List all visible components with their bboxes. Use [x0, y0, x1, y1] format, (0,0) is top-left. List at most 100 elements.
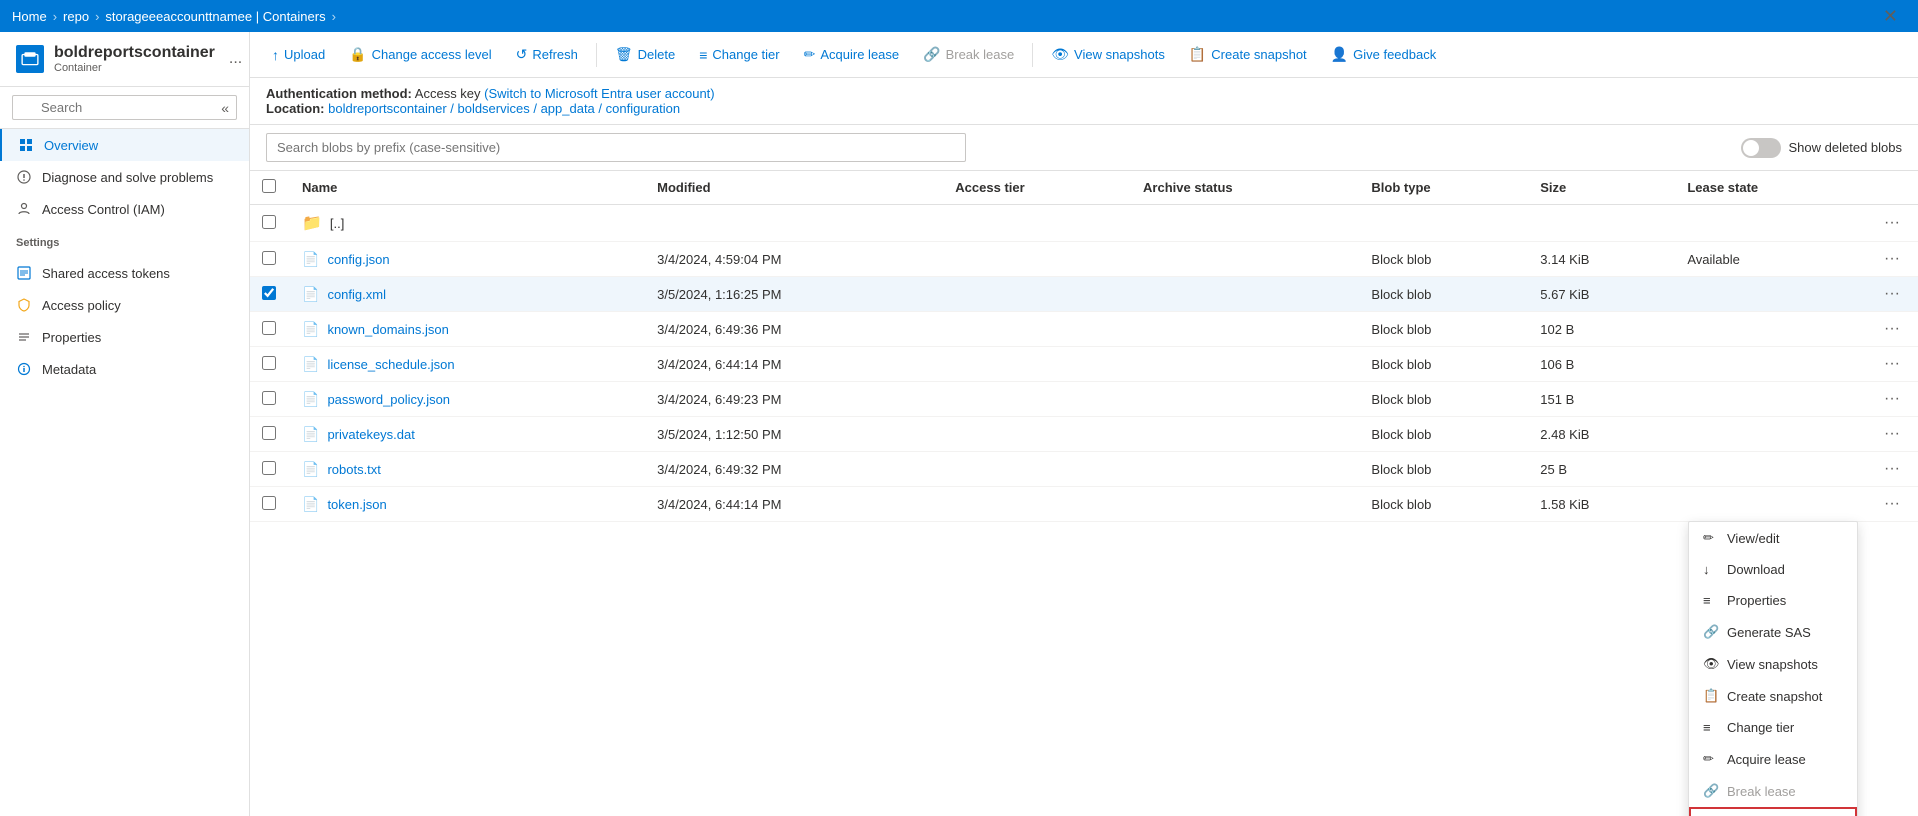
header-checkbox-col — [250, 171, 290, 205]
row-more-button[interactable]: ··· — [1878, 212, 1906, 233]
create-snapshot-button[interactable]: 📋 Create snapshot — [1179, 40, 1317, 69]
dropdown-item-delete[interactable]: 🗑 Delete — [1689, 807, 1857, 816]
row-lease-state-cell — [1675, 452, 1866, 487]
row-more-button[interactable]: ··· — [1878, 423, 1906, 444]
view-snapshots-button[interactable]: 👁 View snapshots — [1041, 40, 1175, 69]
sidebar-item-metadata[interactable]: Metadata — [0, 353, 249, 385]
row-checkbox[interactable] — [262, 426, 276, 440]
sidebar-item-overview[interactable]: Overview — [0, 129, 249, 161]
header-name: Name — [290, 171, 645, 205]
row-checkbox[interactable] — [262, 461, 276, 475]
breadcrumb-repo[interactable]: repo — [63, 9, 89, 24]
row-checkbox[interactable] — [262, 496, 276, 510]
row-checkbox[interactable] — [262, 321, 276, 335]
view-snapshots-menu-icon: 👁 — [1703, 656, 1719, 672]
row-more-button[interactable]: ··· — [1878, 248, 1906, 269]
select-all-checkbox[interactable] — [262, 179, 276, 193]
collapse-sidebar-button[interactable]: « — [221, 100, 229, 116]
row-access-tier-cell — [943, 417, 1131, 452]
header-access-tier: Access tier — [943, 171, 1131, 205]
close-button[interactable]: ✕ — [1875, 2, 1906, 31]
dropdown-item-download[interactable]: ↓ Download — [1689, 554, 1857, 585]
row-checkbox[interactable] — [262, 356, 276, 370]
row-checkbox[interactable] — [262, 391, 276, 405]
row-checkbox[interactable] — [262, 215, 276, 229]
file-doc-icon: 📄 — [302, 251, 319, 268]
table-row: 📄 token.json3/4/2024, 6:44:14 PMBlock bl… — [250, 487, 1918, 522]
row-actions-cell: ··· — [1866, 347, 1918, 382]
delete-button[interactable]: 🗑 Delete — [605, 40, 685, 69]
file-name-with-icon[interactable]: 📄 config.xml — [302, 286, 386, 303]
row-access-tier-cell — [943, 347, 1131, 382]
row-more-button[interactable]: ··· — [1878, 388, 1906, 409]
show-deleted-toggle-area: Show deleted blobs — [1741, 138, 1902, 158]
file-name: password_policy.json — [327, 392, 450, 407]
file-name: config.xml — [327, 287, 386, 302]
row-access-tier-cell — [943, 487, 1131, 522]
break-lease-menu-icon: 🔗 — [1703, 783, 1719, 799]
break-lease-button[interactable]: 🔗 Break lease — [913, 40, 1024, 69]
file-doc-icon: 📄 — [302, 426, 319, 443]
sidebar-item-shared-access-tokens[interactable]: Shared access tokens — [0, 257, 249, 289]
dropdown-item-properties[interactable]: ≡ Properties — [1689, 585, 1857, 616]
refresh-button[interactable]: ↺ Refresh — [506, 40, 588, 69]
row-modified-cell: 3/4/2024, 4:59:04 PM — [645, 242, 943, 277]
row-more-button[interactable]: ··· — [1878, 458, 1906, 479]
row-name-cell: 📄 privatekeys.dat — [290, 417, 645, 452]
file-doc-icon: 📄 — [302, 391, 319, 408]
file-name-with-icon[interactable]: 📄 token.json — [302, 496, 387, 513]
show-deleted-toggle[interactable] — [1741, 138, 1781, 158]
acquire-lease-icon: ✏ — [804, 46, 816, 63]
acquire-lease-button[interactable]: ✏ Acquire lease — [794, 40, 910, 69]
give-feedback-label: Give feedback — [1353, 47, 1436, 62]
file-name-with-icon[interactable]: 📄 config.json — [302, 251, 390, 268]
row-name-cell: 📁 [..] — [290, 205, 645, 242]
sidebar-item-iam[interactable]: Access Control (IAM) — [0, 193, 249, 225]
row-blob-type-cell: Block blob — [1359, 417, 1528, 452]
dropdown-item-create-snapshot[interactable]: 📋 Create snapshot — [1689, 680, 1857, 712]
breadcrumb-home[interactable]: Home — [12, 9, 47, 24]
row-archive-status-cell — [1131, 242, 1359, 277]
row-more-button[interactable]: ··· — [1878, 283, 1906, 304]
sidebar-item-access-policy[interactable]: Access policy — [0, 289, 249, 321]
dropdown-item-change-tier[interactable]: ≡ Change tier — [1689, 712, 1857, 743]
upload-button[interactable]: ↑ Upload — [262, 41, 335, 69]
file-name-with-icon[interactable]: 📄 privatekeys.dat — [302, 426, 415, 443]
auth-method-line: Authentication method: Access key (Switc… — [266, 86, 1902, 101]
row-more-button[interactable]: ··· — [1878, 353, 1906, 374]
dropdown-item-generate-sas[interactable]: 🔗 Generate SAS — [1689, 616, 1857, 648]
file-doc-icon: 📄 — [302, 356, 319, 373]
row-more-button[interactable]: ··· — [1878, 318, 1906, 339]
break-lease-icon: 🔗 — [923, 46, 940, 63]
row-more-button[interactable]: ··· — [1878, 493, 1906, 514]
change-access-level-button[interactable]: 🔒 Change access level — [339, 40, 501, 69]
sidebar-item-diagnose[interactable]: Diagnose and solve problems — [0, 161, 249, 193]
row-lease-state-cell — [1675, 487, 1866, 522]
row-checkbox[interactable] — [262, 251, 276, 265]
row-blob-type-cell: Block blob — [1359, 277, 1528, 312]
metadata-label: Metadata — [42, 362, 96, 377]
file-name-with-icon[interactable]: 📄 robots.txt — [302, 461, 381, 478]
change-tier-button[interactable]: ≡ Change tier — [689, 41, 789, 69]
file-name-with-icon[interactable]: 📁 [..] — [302, 213, 344, 233]
auth-switch-link[interactable]: (Switch to Microsoft Entra user account) — [484, 86, 714, 101]
row-lease-state-cell — [1675, 382, 1866, 417]
row-size-cell: 5.67 KiB — [1528, 277, 1675, 312]
file-name-with-icon[interactable]: 📄 password_policy.json — [302, 391, 450, 408]
breadcrumb-storage[interactable]: storageeeaccounttnamee | Containers — [105, 9, 325, 24]
row-modified-cell: 3/4/2024, 6:44:14 PM — [645, 487, 943, 522]
row-actions-cell: ··· — [1866, 277, 1918, 312]
sidebar-item-properties[interactable]: Properties — [0, 321, 249, 353]
file-name-with-icon[interactable]: 📄 license_schedule.json — [302, 356, 455, 373]
blob-search-input[interactable] — [266, 133, 966, 162]
resource-more-button[interactable]: ... — [225, 50, 246, 68]
file-doc-icon: 📄 — [302, 461, 319, 478]
row-checkbox[interactable] — [262, 286, 276, 300]
give-feedback-button[interactable]: 👤 Give feedback — [1321, 40, 1447, 69]
sidebar-search-input[interactable] — [12, 95, 237, 120]
dropdown-item-break-lease[interactable]: 🔗 Break lease — [1689, 775, 1857, 807]
dropdown-item-view-snapshots[interactable]: 👁 View snapshots — [1689, 648, 1857, 680]
file-name-with-icon[interactable]: 📄 known_domains.json — [302, 321, 449, 338]
dropdown-item-acquire-lease[interactable]: ✏ Acquire lease — [1689, 743, 1857, 775]
dropdown-item-view-edit[interactable]: ✏ View/edit — [1689, 522, 1857, 554]
